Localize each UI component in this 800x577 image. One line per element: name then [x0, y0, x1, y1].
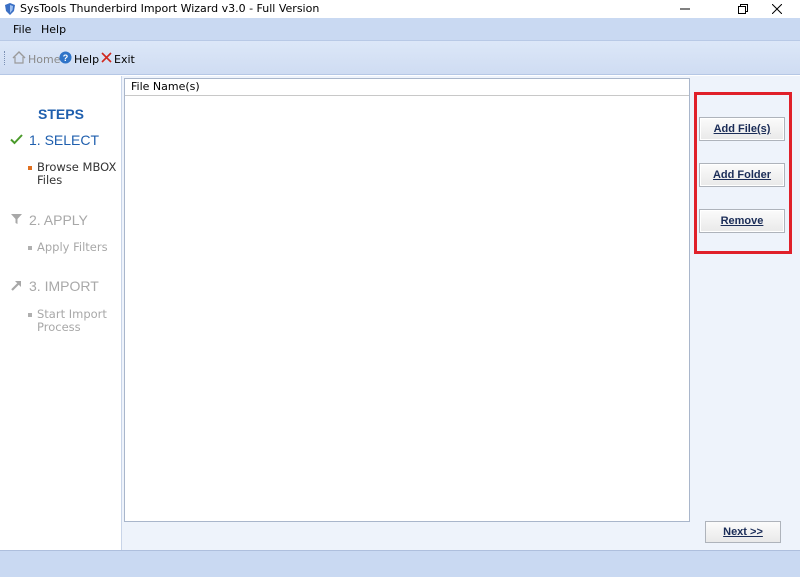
- title-bar: SysTools Thunderbird Import Wizard v3.0 …: [0, 0, 800, 18]
- step-import: 3. IMPORT: [10, 278, 99, 294]
- add-folder-button[interactable]: Add Folder: [699, 163, 785, 187]
- home-button[interactable]: Home: [12, 51, 60, 67]
- toolbar: Home ? Help Exit: [0, 41, 800, 75]
- step-select-label: 1. SELECT: [29, 132, 100, 148]
- bullet-icon: [28, 313, 32, 317]
- step-apply-sub-label: Apply Filters: [37, 240, 108, 254]
- add-files-button[interactable]: Add File(s): [699, 117, 785, 141]
- step-import-label: 3. IMPORT: [29, 278, 99, 294]
- bullet-icon: [28, 166, 32, 170]
- step-select-sub-label: Browse MBOX Files: [37, 160, 117, 187]
- steps-title: STEPS: [38, 106, 84, 122]
- toolbar-grip: [4, 51, 6, 65]
- file-name-column-header[interactable]: File Name(s): [125, 79, 689, 96]
- exit-icon: [101, 52, 112, 66]
- step-select-sub: Browse MBOX Files: [28, 161, 120, 187]
- step-import-sub: Start Import Process: [28, 308, 120, 334]
- menu-file[interactable]: File: [13, 23, 31, 36]
- exit-button[interactable]: Exit: [101, 51, 135, 67]
- bullet-icon: [28, 246, 32, 250]
- window-title: SysTools Thunderbird Import Wizard v3.0 …: [20, 2, 320, 15]
- help-label: Help: [74, 52, 100, 66]
- help-button[interactable]: ? Help: [59, 51, 99, 67]
- help-icon: ?: [59, 51, 72, 67]
- app-shield-icon: [4, 3, 16, 15]
- steps-panel: STEPS 1. SELECT Browse MBOX Files 2. APP…: [0, 76, 122, 550]
- step-apply-sub: Apply Filters: [28, 241, 120, 254]
- checkmark-icon: [10, 132, 23, 148]
- exit-label: Exit: [114, 52, 135, 66]
- minimize-icon[interactable]: [662, 0, 708, 18]
- close-icon[interactable]: [754, 0, 800, 18]
- menu-help[interactable]: Help: [41, 23, 66, 36]
- file-list[interactable]: File Name(s): [124, 78, 690, 522]
- menu-bar: File Help: [0, 18, 800, 41]
- status-bar: [0, 550, 800, 577]
- step-import-sub-label: Start Import Process: [37, 307, 107, 334]
- import-arrow-icon: [10, 278, 23, 294]
- step-select: 1. SELECT: [10, 132, 99, 148]
- remove-button[interactable]: Remove: [699, 209, 785, 233]
- home-icon: [12, 51, 26, 67]
- next-label: Next >>: [723, 526, 763, 538]
- step-apply-label: 2. APPLY: [29, 212, 88, 228]
- filter-icon: [10, 212, 23, 228]
- step-apply: 2. APPLY: [10, 212, 88, 228]
- next-button[interactable]: Next >>: [705, 521, 781, 543]
- svg-text:?: ?: [63, 53, 69, 63]
- home-label: Home: [28, 52, 61, 66]
